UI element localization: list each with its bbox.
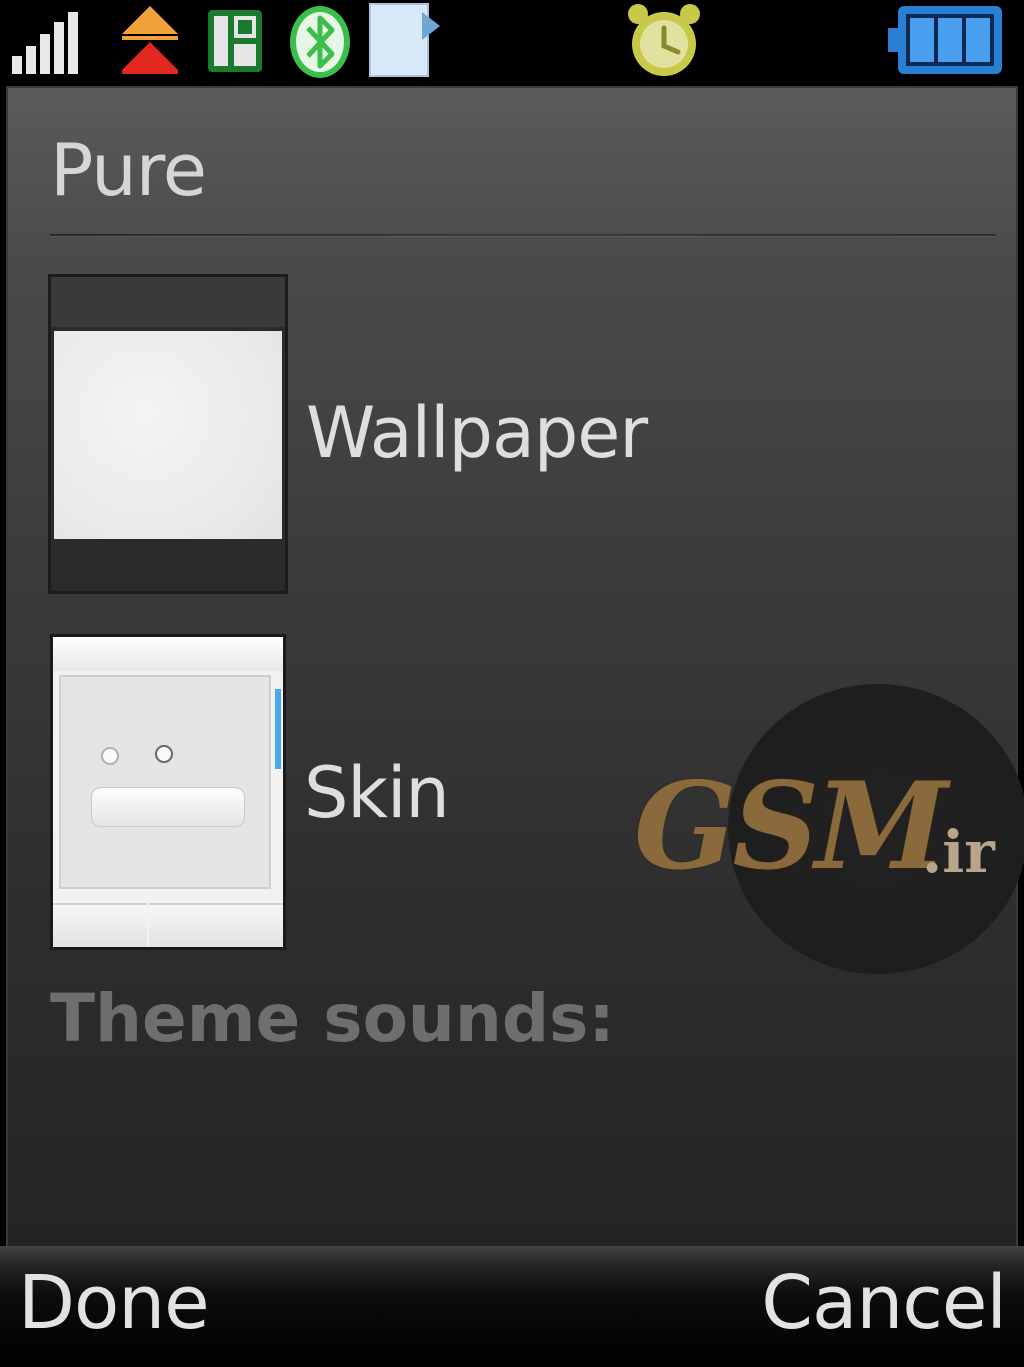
- title-divider: [50, 234, 996, 237]
- softkey-bar: Done Cancel: [0, 1246, 1024, 1367]
- data-transfer-icon: [122, 6, 178, 74]
- wallpaper-preview-topbar: [51, 277, 285, 327]
- theme-sounds-label[interactable]: Theme sounds:: [50, 980, 615, 1057]
- watermark-suffix: .ir: [922, 818, 995, 886]
- skin-preview-bar: [91, 787, 245, 827]
- skin-preview-dot: [101, 747, 119, 765]
- wallpaper-label[interactable]: Wallpaper: [306, 392, 648, 474]
- signal-strength-icon: [12, 12, 78, 74]
- sim-card-icon: [208, 10, 262, 72]
- phone-screen: Pure Wallpaper Skin GSM .ir Theme sounds…: [0, 0, 1024, 1367]
- skin-preview-scrollbar: [275, 689, 281, 769]
- theme-panel: Pure Wallpaper Skin GSM .ir Theme sounds…: [6, 86, 1024, 1246]
- skin-preview-header: [53, 637, 283, 671]
- battery-icon: [888, 6, 1002, 74]
- document-icon: [369, 3, 440, 77]
- skin-preview[interactable]: [50, 634, 286, 950]
- skin-preview-body: [59, 675, 271, 889]
- skin-preview-softkey-right: [149, 903, 283, 947]
- skin-preview-dot: [155, 745, 173, 763]
- done-button[interactable]: Done: [18, 1260, 210, 1346]
- alarm-clock-icon: [628, 4, 700, 76]
- bluetooth-icon: [290, 6, 350, 78]
- cancel-button[interactable]: Cancel: [761, 1260, 1007, 1346]
- status-bar: [0, 0, 1024, 86]
- watermark-logo: GSM: [634, 756, 948, 897]
- wallpaper-preview[interactable]: [48, 274, 288, 594]
- page-title: Pure: [50, 128, 207, 212]
- skin-label[interactable]: Skin: [304, 752, 450, 834]
- skin-preview-softkey-left: [53, 903, 147, 947]
- wallpaper-preview-image: [54, 331, 282, 539]
